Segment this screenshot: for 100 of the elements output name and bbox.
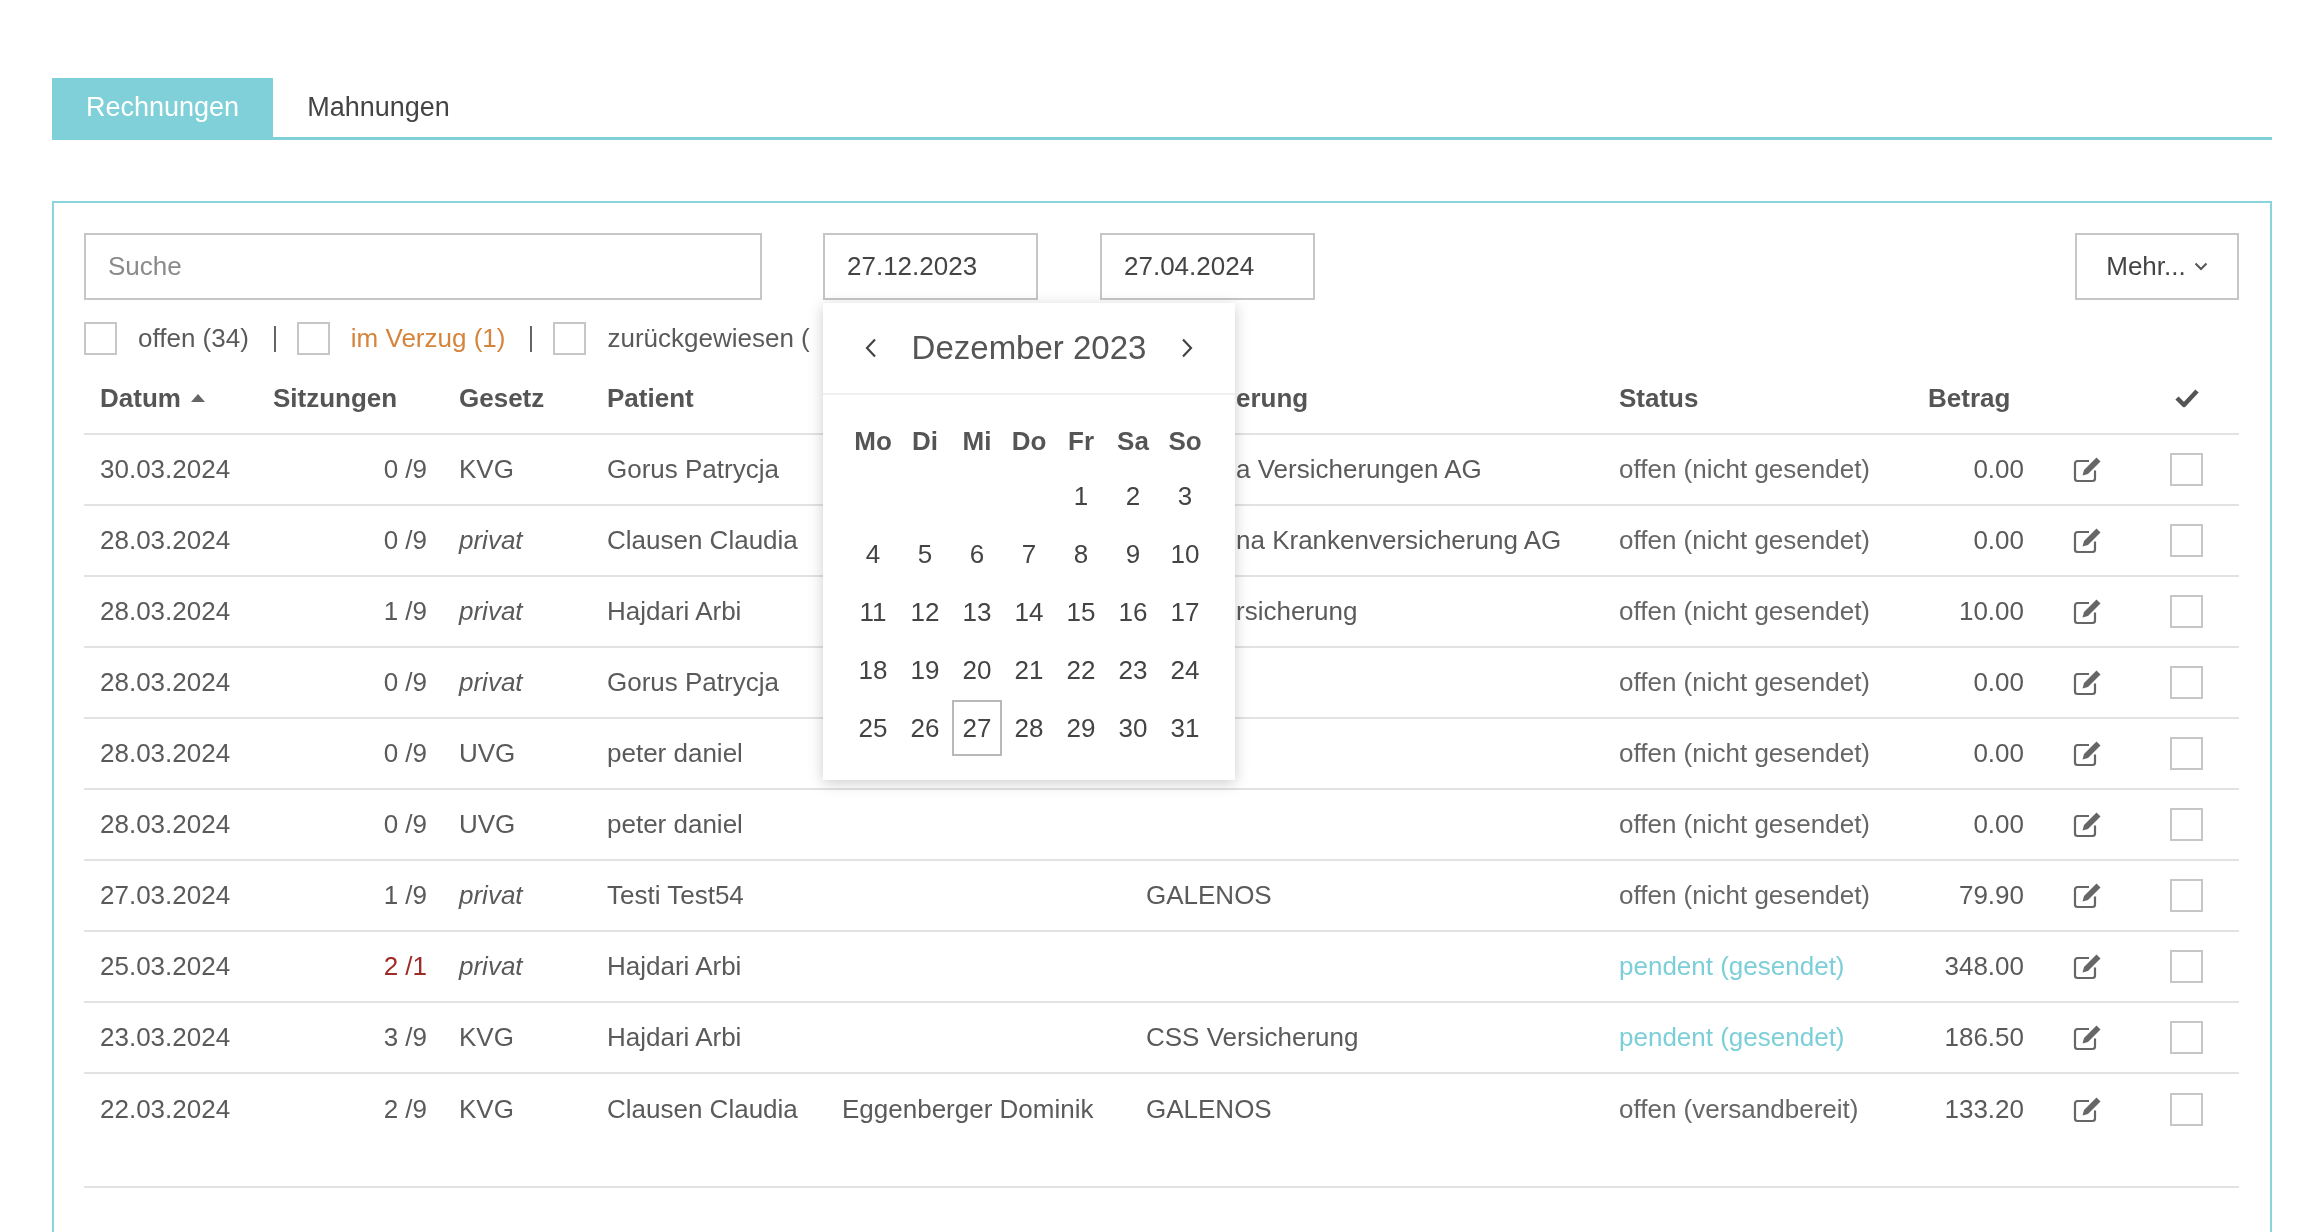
day-cell[interactable]: 6 bbox=[952, 526, 1002, 582]
row-checkbox[interactable] bbox=[2170, 1093, 2203, 1126]
column-header[interactable]: Sitzungen bbox=[273, 382, 398, 414]
day-cell[interactable]: 5 bbox=[900, 526, 950, 582]
table-cell-text: KVG bbox=[458, 1094, 515, 1125]
table-cell-text: 0.00 bbox=[1972, 738, 2025, 769]
caret-down-icon bbox=[2193, 262, 2208, 271]
table-cell-text: peter daniel bbox=[606, 738, 744, 769]
filter-checkbox[interactable] bbox=[84, 322, 117, 355]
day-cell[interactable]: 22 bbox=[1056, 642, 1106, 698]
chevron-left-icon bbox=[865, 338, 877, 358]
row-checkbox[interactable] bbox=[2170, 808, 2203, 841]
tab[interactable]: Mahnungen bbox=[273, 78, 484, 137]
filter-checkbox[interactable] bbox=[296, 322, 330, 355]
edit-icon[interactable] bbox=[2072, 455, 2102, 484]
row-checkbox[interactable] bbox=[2170, 453, 2203, 486]
weekday-label: Mi bbox=[962, 425, 992, 457]
day-cell[interactable]: 9 bbox=[1108, 526, 1158, 582]
day-cell[interactable]: 16 bbox=[1108, 584, 1158, 640]
day-cell[interactable]: 11 bbox=[848, 584, 898, 640]
day-cell[interactable]: 7 bbox=[1004, 526, 1054, 582]
day-cell[interactable]: 23 bbox=[1108, 642, 1158, 698]
table-cell-text: Gorus Patrycja bbox=[606, 454, 780, 485]
table-cell-text: 3 /9 bbox=[382, 1022, 428, 1053]
day-cell[interactable]: 17 bbox=[1160, 584, 1210, 640]
date-to-field[interactable]: 27.04.2024 bbox=[1100, 233, 1315, 300]
edit-icon[interactable] bbox=[2072, 668, 2102, 697]
column-header[interactable]: Patient bbox=[607, 382, 694, 414]
table-cell-text: privat bbox=[457, 880, 525, 911]
column-header[interactable]: erung bbox=[1236, 382, 1309, 414]
edit-icon[interactable] bbox=[2072, 881, 2102, 910]
day-cell[interactable]: 3 bbox=[1160, 468, 1210, 524]
table-cell-text: Clausen Claudia bbox=[606, 525, 799, 556]
table-cell-text: offen (nicht gesendet) bbox=[1618, 596, 1872, 627]
checkmark-icon[interactable] bbox=[2173, 387, 2200, 409]
row-checkbox[interactable] bbox=[2170, 524, 2203, 557]
day-cell[interactable]: 2 bbox=[1108, 468, 1158, 524]
day-cell[interactable]: 14 bbox=[1004, 584, 1054, 640]
table-cell-text: a Versicherungen AG bbox=[1236, 454, 1483, 485]
table-cell-text: 79.90 bbox=[1957, 880, 2025, 911]
row-checkbox[interactable] bbox=[2170, 879, 2203, 912]
row-checkbox[interactable] bbox=[2170, 1021, 2203, 1054]
day-cell[interactable]: 19 bbox=[900, 642, 950, 698]
table-cell-text: 23.03.2024 bbox=[99, 1022, 232, 1053]
day-cell[interactable]: 24 bbox=[1160, 642, 1210, 698]
day-cell[interactable]: 8 bbox=[1056, 526, 1106, 582]
filter-label[interactable]: offen (34) bbox=[138, 323, 249, 354]
edit-icon[interactable] bbox=[2072, 739, 2102, 768]
table-cell-text: offen (nicht gesendet) bbox=[1618, 667, 1872, 698]
date-from-field[interactable]: 27.12.2023 bbox=[823, 233, 1038, 300]
table-cell-text: Testi Test54 bbox=[606, 880, 745, 911]
column-header[interactable]: Gesetz bbox=[459, 382, 545, 414]
table-cell-text: pendent (gesendet) bbox=[1618, 951, 1846, 982]
column-header[interactable]: Status bbox=[1619, 382, 1699, 414]
edit-icon[interactable] bbox=[2072, 952, 2102, 981]
day-cell[interactable]: 26 bbox=[900, 700, 950, 756]
table-cell-text: 27.03.2024 bbox=[99, 880, 232, 911]
table-cell-text: 28.03.2024 bbox=[99, 667, 232, 698]
row-checkbox[interactable] bbox=[2170, 666, 2203, 699]
table-cell-text: 28.03.2024 bbox=[99, 525, 232, 556]
day-cell[interactable]: 31 bbox=[1160, 700, 1210, 756]
day-cell[interactable]: 28 bbox=[1004, 700, 1054, 756]
table-cell-text: privat bbox=[457, 596, 525, 627]
filter-label[interactable]: zurückgewiesen ( bbox=[607, 323, 810, 354]
edit-icon[interactable] bbox=[2072, 526, 2102, 555]
edit-icon[interactable] bbox=[2072, 810, 2102, 839]
sort-ascending-icon[interactable] bbox=[190, 394, 205, 402]
day-cell[interactable]: 27 bbox=[952, 700, 1002, 756]
filter-checkbox[interactable] bbox=[553, 322, 587, 355]
day-cell[interactable]: 4 bbox=[848, 526, 898, 582]
column-header[interactable]: Betrag bbox=[1928, 382, 2011, 414]
row-checkbox[interactable] bbox=[2170, 737, 2203, 770]
column-header[interactable]: Datum bbox=[100, 382, 181, 414]
day-cell[interactable]: 25 bbox=[848, 700, 898, 756]
row-checkbox[interactable] bbox=[2170, 950, 2203, 983]
row-checkbox[interactable] bbox=[2170, 595, 2203, 628]
table-cell-text: 0.00 bbox=[1972, 454, 2025, 485]
day-cell[interactable]: 30 bbox=[1108, 700, 1158, 756]
table-cell-text: 0 /9 bbox=[382, 525, 428, 556]
day-cell[interactable]: 13 bbox=[952, 584, 1002, 640]
table-cell-text: 0 /9 bbox=[382, 809, 428, 840]
day-cell[interactable]: 18 bbox=[848, 642, 898, 698]
day-cell[interactable]: 21 bbox=[1004, 642, 1054, 698]
table-cell-text: 28.03.2024 bbox=[99, 596, 232, 627]
edit-icon[interactable] bbox=[2072, 1095, 2102, 1124]
table-cell-text: Gorus Patrycja bbox=[606, 667, 780, 698]
day-cell[interactable]: 10 bbox=[1160, 526, 1210, 582]
table-cell-text: privat bbox=[457, 525, 525, 556]
table-cell-text: offen (nicht gesendet) bbox=[1618, 525, 1872, 556]
table-cell-text: offen (nicht gesendet) bbox=[1618, 809, 1872, 840]
more-button[interactable]: Mehr... bbox=[2075, 233, 2239, 300]
day-cell[interactable]: 1 bbox=[1056, 468, 1106, 524]
table-cell-text: rsicherung bbox=[1236, 596, 1359, 627]
edit-icon[interactable] bbox=[2072, 597, 2102, 626]
day-cell[interactable]: 20 bbox=[952, 642, 1002, 698]
day-cell[interactable]: 15 bbox=[1056, 584, 1106, 640]
search-field[interactable]: Suche bbox=[84, 233, 762, 300]
edit-icon[interactable] bbox=[2072, 1023, 2102, 1052]
day-cell[interactable]: 12 bbox=[900, 584, 950, 640]
day-cell[interactable]: 29 bbox=[1056, 700, 1106, 756]
